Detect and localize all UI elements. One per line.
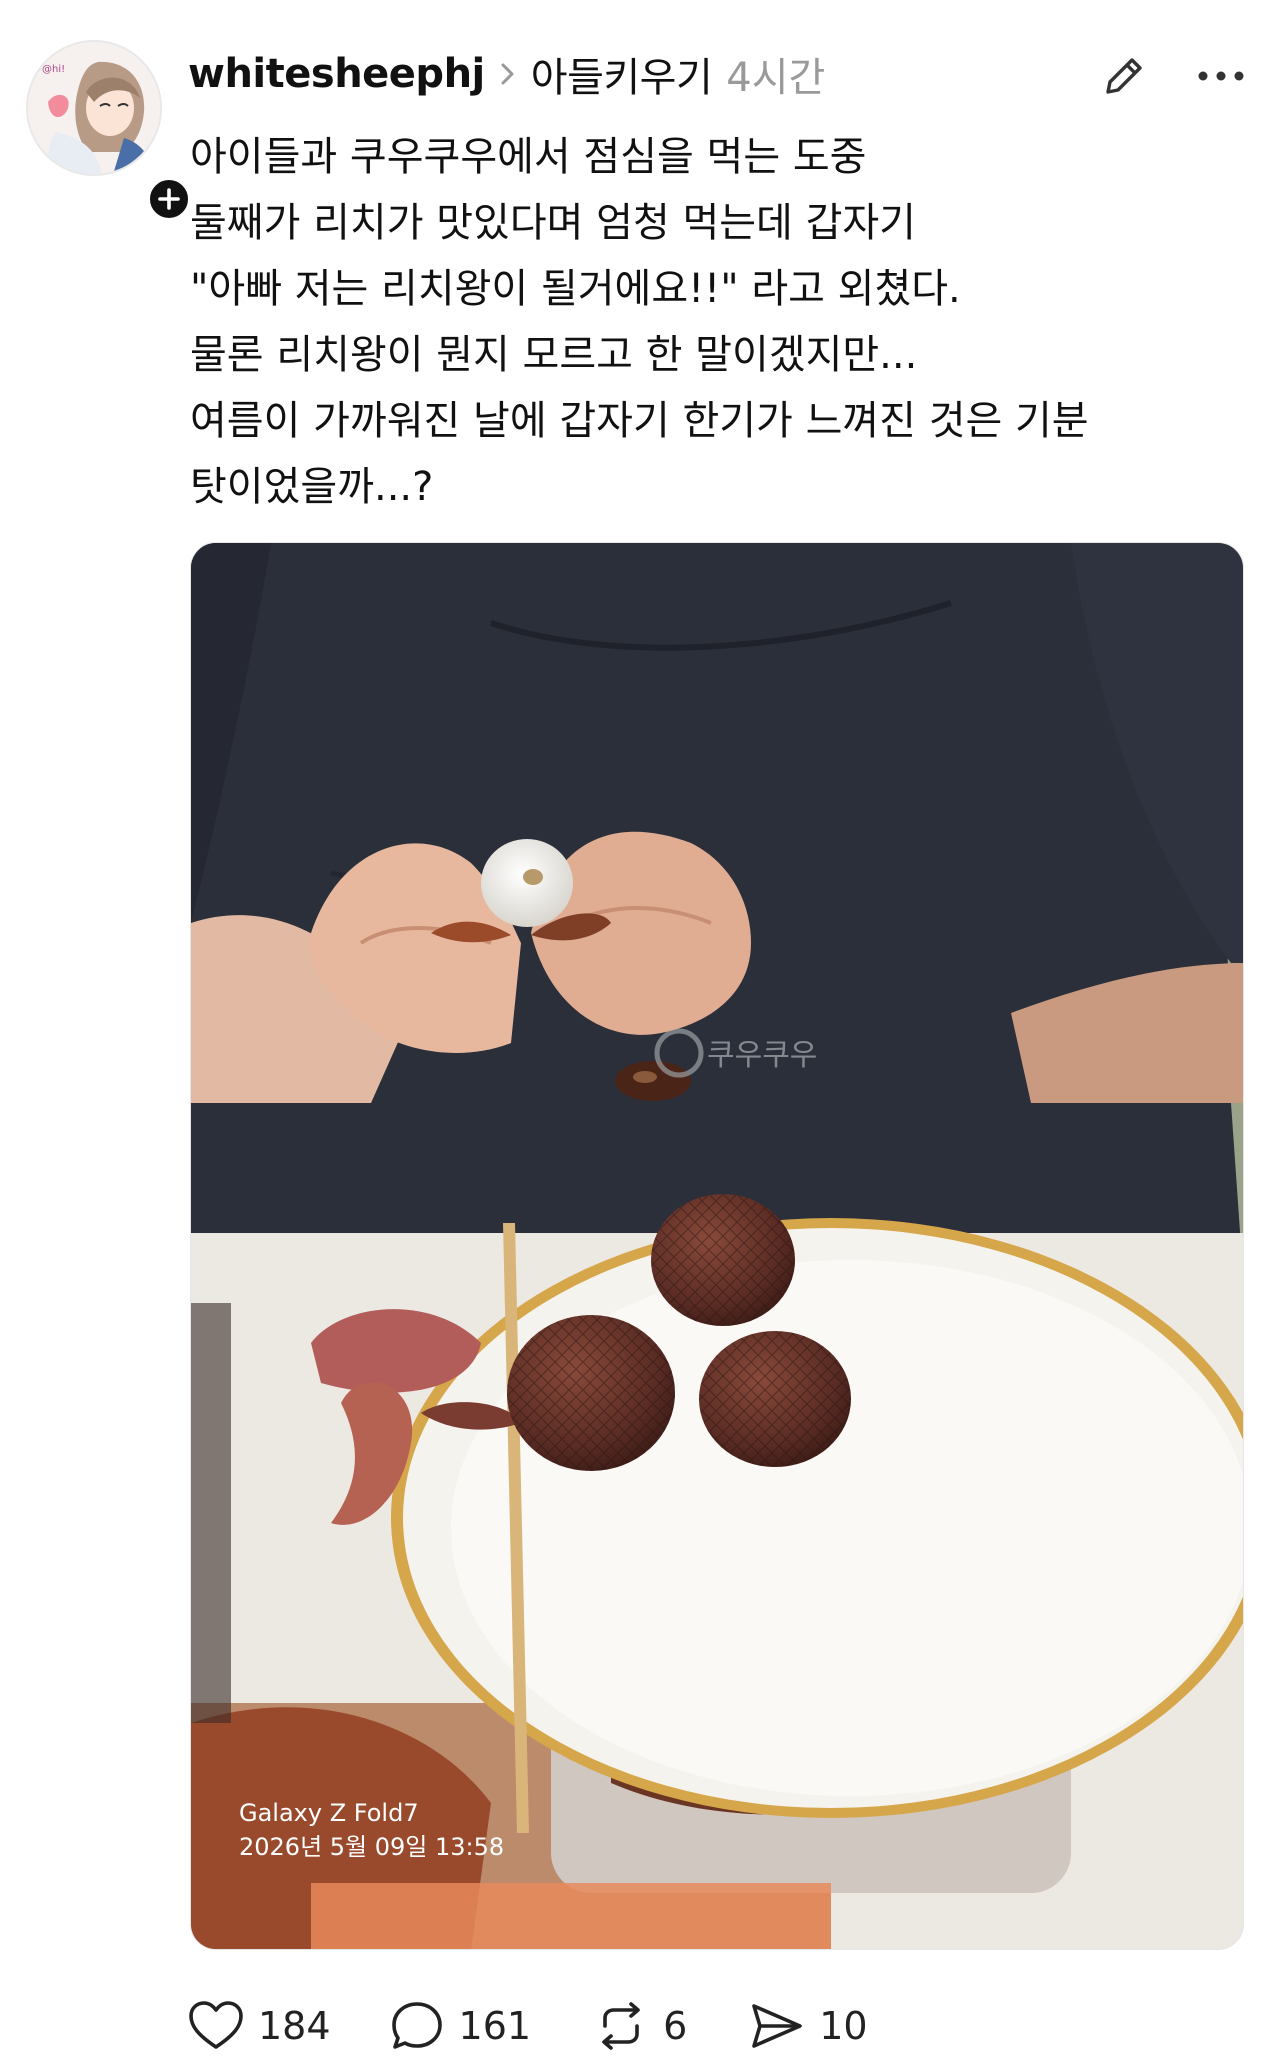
like-count: 184 [258,2004,331,2048]
lychee-photo: 쿠우쿠우 Galaxy Z Fold7 2026년 5월 09일 13:58 [191,543,1243,1949]
repost-button[interactable]: 6 [593,2000,687,2052]
like-button[interactable]: 184 [188,2000,331,2052]
post-photo[interactable]: 쿠우쿠우 Galaxy Z Fold7 2026년 5월 09일 13:58 [190,542,1244,1950]
username[interactable]: whitesheephj [188,51,485,97]
repost-icon [602,2002,640,2050]
share-icon [752,2004,803,2048]
more-options-button[interactable] [1186,48,1256,104]
more-icon [1198,71,1244,81]
comment-icon [391,2002,442,2049]
post-body-line: 탓이었을까...? [190,464,434,510]
action-bar: 184 161 6 10 [188,1990,868,2062]
chevron-right-icon [499,61,517,87]
svg-text:@hi!: @hi! [42,64,65,75]
photo-watermark-device: Galaxy Z Fold7 [239,1799,419,1827]
post-body-line: "아빠 저는 리치왕이 될거에요!!" 라고 외쳤다. [190,266,961,312]
community-name[interactable]: 아들키우기 [531,45,713,103]
post-header: whitesheephj 아들키우기 4시간 [188,44,825,104]
plus-icon [158,188,180,210]
post-body-line: 여름이 가까워진 날에 갑자기 한기가 느껴진 것은 기분 [190,398,1089,444]
comment-button[interactable]: 161 [389,2000,532,2052]
heart-icon [189,2001,243,2049]
plate-logo: 쿠우쿠우 [707,1038,817,1073]
avatar[interactable]: @hi! [26,40,162,176]
repost-count: 6 [663,2004,688,2048]
post-body-line: 물론 리치왕이 뭔지 모르고 한 말이겠지만... [190,332,918,378]
edit-button[interactable] [1096,48,1152,104]
share-count: 10 [819,2004,868,2048]
photo-watermark-datetime: 2026년 5월 09일 13:58 [239,1833,504,1861]
edit-icon [1106,58,1142,94]
post-body-line: 둘째가 리치가 맛있다며 엄청 먹는데 갑자기 [190,200,916,246]
avatar-container[interactable]: @hi! [26,40,192,222]
comment-count: 161 [458,2004,532,2048]
share-button[interactable]: 10 [749,2000,868,2052]
post-time: 4시간 [726,55,826,101]
post-body-line: 아이들과 쿠우쿠우에서 점심을 먹는 도중 [190,134,867,180]
avatar-illustration: @hi! [28,42,160,174]
post-body: 아이들과 쿠우쿠우에서 점심을 먹는 도중 둘째가 리치가 맛있다며 엄청 먹는… [190,124,1220,520]
follow-plus-button[interactable] [146,176,192,222]
